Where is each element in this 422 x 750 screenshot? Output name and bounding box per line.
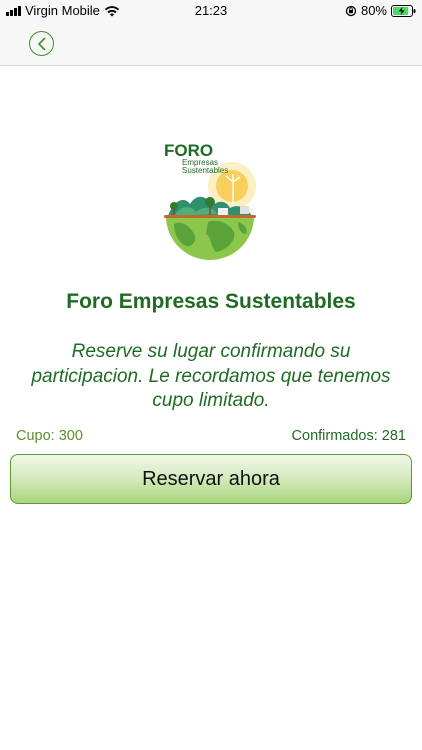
- event-message: Reserve su lugar confirmando su particip…: [31, 341, 391, 411]
- status-bar: Virgin Mobile 21:23 80%: [0, 0, 422, 22]
- battery-charging-icon: [391, 4, 416, 17]
- navigation-bar: [0, 22, 422, 66]
- capacity-label: Cupo: 300: [16, 428, 83, 444]
- reserve-button[interactable]: Reservar ahora: [10, 454, 412, 504]
- status-right: 80%: [345, 3, 416, 18]
- logo-subtitle-2: Sustentables: [182, 166, 228, 175]
- back-button[interactable]: [29, 31, 54, 56]
- chevron-left-icon: [37, 37, 45, 50]
- reserve-button-label: Reservar ahora: [142, 467, 280, 490]
- battery-percent: 80%: [360, 3, 387, 18]
- event-title: Foro Empresas Sustentables: [66, 290, 356, 313]
- confirmed-label: Confirmados: 281: [291, 428, 406, 444]
- foro-logo: FORO Empresas Sustentables: [164, 141, 256, 260]
- orientation-lock-icon: [345, 5, 357, 16]
